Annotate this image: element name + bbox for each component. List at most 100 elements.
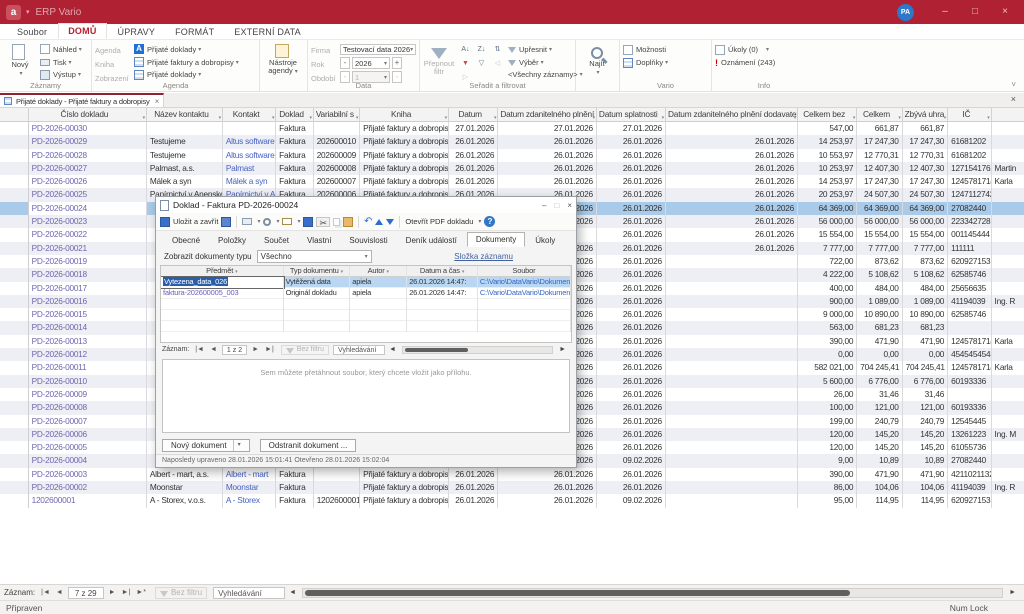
table-row[interactable]: PD-2026-00029TestujemeAltus softwareFakt… (0, 135, 1024, 148)
cell[interactable]: 24 507,30 (857, 188, 902, 201)
cell[interactable]: Přijaté faktury a dobropisy (360, 481, 449, 494)
cell[interactable]: 5 600,00 (798, 375, 857, 388)
cell[interactable]: 5 108,62 (857, 268, 902, 281)
record-selector[interactable] (0, 335, 29, 348)
cell[interactable]: PD-2026-00006 (29, 428, 147, 441)
record-selector[interactable] (0, 295, 29, 308)
cell[interactable]: 547,00 (798, 122, 857, 135)
dialog-tab-vlastn[interactable]: Vlastní (299, 234, 339, 247)
cell[interactable]: Ing. R (992, 481, 1024, 494)
cell[interactable]: 681,23 (903, 321, 948, 334)
cell[interactable]: Originál dokladu (284, 288, 351, 299)
document-row[interactable]: Vytezena_data_026Vytěžená dataapiela26.0… (161, 277, 571, 288)
cell[interactable] (666, 468, 798, 481)
cell[interactable]: 60193336 (948, 401, 991, 414)
cell[interactable]: PD-2026-00027 (29, 162, 147, 175)
cell[interactable]: 61681202 (948, 135, 991, 148)
record-selector[interactable] (0, 202, 29, 215)
cell[interactable]: 26.01.2026 (666, 202, 798, 215)
record-selector[interactable] (0, 468, 29, 481)
cell[interactable] (666, 348, 798, 361)
cell[interactable]: 704 245,41 (903, 361, 948, 374)
ribbon-tab-extern-data[interactable]: EXTERNÍ DATA (225, 25, 310, 39)
output-button[interactable]: Výstup▾ (40, 69, 82, 80)
cell[interactable]: 12545445 (948, 415, 991, 428)
cell[interactable]: 7 777,00 (857, 242, 902, 255)
scroll-left-icon[interactable]: ◄ (385, 346, 400, 353)
last-record-button[interactable]: ►| (119, 587, 134, 599)
cell[interactable]: 26.01.2026 (597, 149, 666, 162)
tasks-button[interactable]: Úkoly (0)▾ (715, 44, 775, 55)
cell[interactable] (314, 122, 360, 135)
options-button[interactable]: Možnosti (623, 44, 668, 55)
first-record-button[interactable]: |◄ (192, 344, 207, 356)
header-dropdown-icon[interactable]: ▾ (143, 112, 145, 122)
cell[interactable]: 1247112742 (948, 188, 991, 201)
next-record-icon[interactable] (386, 219, 394, 225)
cell[interactable]: 26.01.2026 (597, 375, 666, 388)
cell[interactable]: 104,06 (903, 481, 948, 494)
cell[interactable] (992, 255, 1024, 268)
cell[interactable]: 26.01.2026 (597, 135, 666, 148)
cell[interactable]: 62585746 (948, 268, 991, 281)
cell[interactable]: Faktura (276, 175, 314, 188)
cell[interactable]: 145,20 (903, 441, 948, 454)
cell[interactable]: 26.01.2026 (597, 415, 666, 428)
cell[interactable]: 26.01.2026 (597, 308, 666, 321)
cell[interactable]: Faktura (276, 162, 314, 175)
cell[interactable]: Přijaté faktury a dobropisy (360, 175, 449, 188)
header-dropdown-icon[interactable]: ▾ (310, 112, 312, 122)
cell[interactable]: Karla (992, 335, 1024, 348)
cell[interactable] (666, 321, 798, 334)
cell[interactable]: Testujeme (147, 149, 223, 162)
cell[interactable]: Palmast (223, 162, 276, 175)
cell[interactable]: Vytěžená data (284, 277, 351, 288)
header-dropdown-icon[interactable]: ▾ (593, 112, 595, 122)
cell[interactable]: 27.01.2026 (498, 122, 597, 135)
table-row[interactable]: 1202600001A - Storex, v.o.s.A - StorexFa… (0, 494, 1024, 507)
dialog-tab-sou-et[interactable]: Součet (256, 234, 297, 247)
record-selector[interactable] (0, 149, 29, 162)
header-dropdown-icon[interactable]: ▾ (794, 112, 796, 122)
cell[interactable]: PD-2026-00029 (29, 135, 147, 148)
record-selector[interactable] (0, 441, 29, 454)
cell[interactable]: 10 890,00 (857, 308, 902, 321)
cell[interactable]: 64 369,00 (798, 202, 857, 215)
cell[interactable]: 26.01.2026 (597, 335, 666, 348)
cell[interactable] (992, 242, 1024, 255)
column-header-jm-no[interactable]: Jméno▾ (992, 108, 1024, 122)
cell[interactable] (666, 122, 798, 135)
record-selector[interactable] (0, 361, 29, 374)
addins-button[interactable]: Doplňky▾ (623, 57, 668, 68)
agenda-dropdown[interactable]: APřijaté doklady▾ (134, 44, 252, 55)
ribbon-tab-dom[interactable]: DOMŮ (58, 23, 106, 39)
help-icon[interactable]: ? (484, 216, 495, 227)
cell[interactable]: Faktura (276, 494, 314, 507)
cell[interactable] (992, 415, 1024, 428)
cell[interactable]: 26.01.2026 (597, 321, 666, 334)
undo-icon[interactable]: ↶ (364, 217, 372, 227)
cell[interactable] (992, 188, 1024, 201)
cell[interactable]: 27.01.2026 (597, 122, 666, 135)
record-selector[interactable] (0, 375, 29, 388)
cell[interactable]: 7 777,00 (903, 242, 948, 255)
cell[interactable]: Vytezena_data_026 (161, 277, 284, 288)
column-header-zb-v-uhra[interactable]: Zbývá uhra▾ (903, 108, 948, 122)
cell[interactable] (666, 375, 798, 388)
cell[interactable]: 145,20 (857, 428, 902, 441)
record-position[interactable]: 7 z 29 (68, 587, 104, 599)
cell[interactable]: apiela (350, 288, 407, 299)
cell[interactable]: 1 089,00 (903, 295, 948, 308)
cell[interactable] (992, 401, 1024, 414)
header-dropdown-icon[interactable]: ▾ (387, 269, 389, 275)
cell[interactable]: Moonstar (147, 481, 223, 494)
cell[interactable]: Málek a syn (223, 175, 276, 188)
cell[interactable] (666, 454, 798, 467)
cell[interactable]: 26.01.2026 14:47: (407, 277, 478, 288)
ribbon-tab-pravy[interactable]: ÚPRAVY (109, 25, 165, 39)
header-dropdown-icon[interactable]: ▾ (272, 112, 274, 122)
cell[interactable]: 240,79 (903, 415, 948, 428)
cell[interactable]: 26.01.2026 (597, 215, 666, 228)
paste-icon[interactable] (343, 217, 353, 227)
cell[interactable]: PD-2026-00007 (29, 415, 147, 428)
